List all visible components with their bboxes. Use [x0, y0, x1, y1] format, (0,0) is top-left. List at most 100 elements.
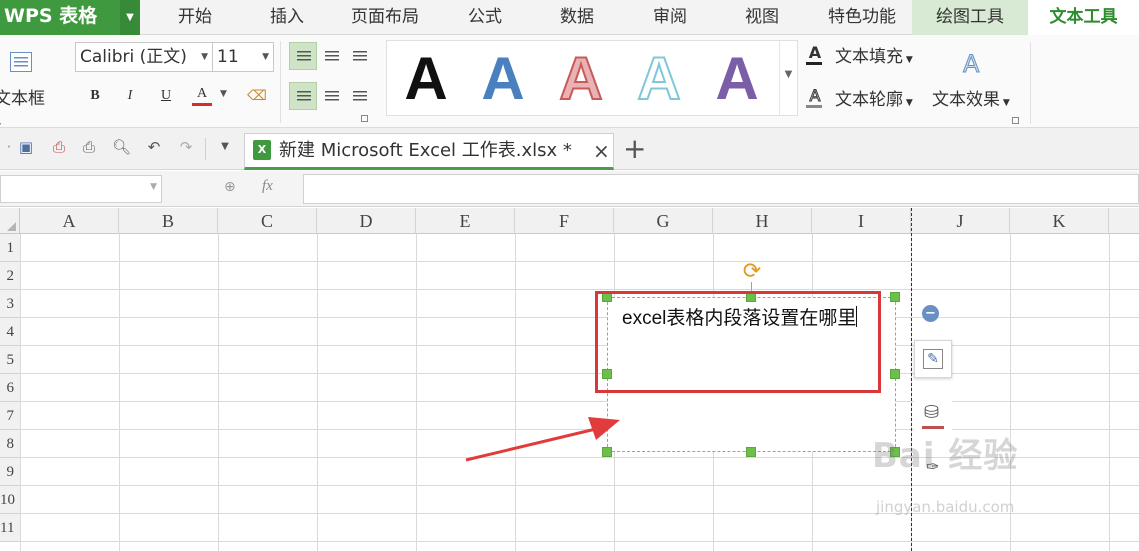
tab-insert[interactable]: 插入 [252, 0, 322, 35]
row-header-6[interactable]: 6 [0, 374, 20, 402]
paragraph-settings-icon[interactable] [361, 115, 368, 122]
fx-icon[interactable]: fx [262, 178, 273, 195]
underline-button[interactable]: U [153, 84, 179, 108]
textbox-label: 文本框 [0, 89, 45, 109]
tab-start[interactable]: 开始 [160, 0, 230, 35]
align-right-button[interactable] [345, 82, 373, 110]
font-size-value: 11 [217, 47, 239, 67]
chevron-down-icon: ▼ [201, 52, 208, 62]
column-header-h[interactable]: H [713, 208, 812, 234]
tab-formula[interactable]: 公式 [450, 0, 520, 35]
font-size-select[interactable]: 11 ▼ [212, 42, 274, 72]
column-header-a[interactable]: A [20, 208, 119, 234]
pencil-icon: ✎ [923, 349, 943, 369]
resize-handle-bottom[interactable] [746, 447, 756, 457]
tab-view[interactable]: 视图 [727, 0, 797, 35]
column-header-b[interactable]: B [119, 208, 218, 234]
column-header-g[interactable]: G [614, 208, 713, 234]
textbox-icon[interactable] [10, 52, 32, 72]
resize-handle-top-right[interactable] [890, 292, 900, 302]
text-effect-label: 文本效果 [932, 90, 1000, 110]
close-tab-icon[interactable]: × [593, 139, 610, 163]
column-header-k[interactable]: K [1010, 208, 1109, 234]
new-tab-icon[interactable]: + [623, 133, 646, 165]
wordart-style-2[interactable]: A [468, 47, 538, 111]
tab-drawing-tools[interactable]: 绘图工具 [912, 0, 1028, 35]
align-left-button[interactable] [289, 82, 317, 110]
font-name-value: Calibri (正文) [80, 47, 187, 67]
save-icon[interactable]: ▣ [17, 138, 35, 156]
column-header-f[interactable]: F [515, 208, 614, 234]
align-middle-button[interactable] [317, 42, 345, 70]
customize-toolbar-icon[interactable]: ▼ [216, 138, 234, 156]
align-bottom-button[interactable] [345, 42, 373, 70]
undo-icon[interactable]: ↶ [145, 138, 163, 156]
font-color-dropdown-icon[interactable]: ▼ [220, 89, 227, 99]
open-icon[interactable]: · [0, 138, 18, 156]
row-header-5[interactable]: 5 [0, 346, 20, 374]
text-outline-icon[interactable]: A [806, 86, 824, 109]
align-top-button[interactable] [289, 42, 317, 70]
row-header-11[interactable]: 11 [0, 514, 20, 542]
edit-shape-button[interactable]: ✎ [914, 340, 952, 378]
text-effect-icon[interactable]: A [962, 50, 979, 79]
row-header-7[interactable]: 7 [0, 402, 20, 430]
text-outline-button[interactable]: 文本轮廓 ▼ [835, 89, 930, 114]
font-color-button[interactable]: A [192, 82, 212, 106]
formula-bar: ▼ ⊕ fx [0, 171, 1139, 207]
gallery-more-icon[interactable]: ▼ [779, 41, 797, 115]
italic-button[interactable]: I [117, 84, 143, 108]
wps-menu-dropdown-icon[interactable]: ▼ [120, 0, 140, 35]
column-header-d[interactable]: D [317, 208, 416, 234]
align-center-button[interactable] [317, 82, 345, 110]
wps-logo[interactable]: WPS 表格 [0, 0, 120, 35]
tab-special-features[interactable]: 特色功能 [815, 0, 909, 35]
text-effect-button[interactable]: 文本效果 ▼ [932, 89, 1024, 114]
collapse-icon[interactable]: − [922, 305, 939, 322]
select-all-corner[interactable] [0, 208, 20, 234]
wordart-style-1[interactable]: A [391, 47, 461, 111]
column-header-c[interactable]: C [218, 208, 317, 234]
clear-format-icon[interactable]: ⌫ [244, 84, 270, 108]
row-header-4[interactable]: 4 [0, 318, 20, 346]
document-tab[interactable]: X 新建 Microsoft Excel 工作表.xlsx * × [244, 133, 614, 170]
row-header-2[interactable]: 2 [0, 262, 20, 290]
zoom-icon[interactable]: ⊕ [224, 179, 236, 195]
name-box[interactable]: ▼ [0, 175, 162, 203]
redo-icon[interactable]: ↷ [177, 138, 195, 156]
baidu-jingyan-watermark: Bai 经验 [872, 436, 1019, 476]
rotate-handle-icon[interactable]: ⟳ [741, 261, 763, 283]
text-outline-label: 文本轮廓 [835, 90, 903, 110]
row-header-10[interactable]: 10 [0, 486, 20, 514]
tab-data[interactable]: 数据 [542, 0, 612, 35]
bold-button[interactable]: B [82, 84, 108, 108]
wordart-gallery: A A A A A ▼ [386, 40, 798, 116]
row-header-8[interactable]: 8 [0, 430, 20, 458]
tab-page-layout[interactable]: 页面布局 [342, 0, 428, 35]
row-header-3[interactable]: 3 [0, 290, 20, 318]
export-pdf-icon[interactable]: ⎙ [50, 138, 68, 156]
column-header-j[interactable]: J [911, 208, 1010, 234]
tab-text-tools[interactable]: 文本工具 [1028, 0, 1139, 35]
menu-bar: WPS 表格 ▼ 开始 插入 页面布局 公式 数据 审阅 视图 特色功能 绘图工… [0, 0, 1139, 35]
excel-file-icon: X [253, 140, 271, 160]
font-name-select[interactable]: Calibri (正文) ▼ [75, 42, 213, 72]
tab-review[interactable]: 审阅 [635, 0, 705, 35]
text-settings-icon[interactable] [1012, 117, 1019, 124]
wordart-style-4[interactable]: A [624, 46, 694, 112]
column-header-i[interactable]: I [812, 208, 911, 234]
watermark-url: jingyan.baidu.com [876, 498, 1015, 516]
wordart-style-5[interactable]: A [702, 47, 772, 111]
text-fill-button[interactable]: 文本填充 ▼ [835, 46, 930, 71]
paint-bucket-icon: ⛁ [924, 402, 940, 423]
wordart-style-3[interactable]: A [546, 46, 616, 112]
chevron-down-icon: ▼ [262, 52, 269, 62]
resize-handle-right[interactable] [890, 369, 900, 379]
row-header-9[interactable]: 9 [0, 458, 20, 486]
print-preview-icon[interactable]: 🔍︎ [112, 138, 131, 156]
column-header-e[interactable]: E [416, 208, 515, 234]
print-icon[interactable]: ⎙ [80, 138, 98, 156]
formula-input[interactable] [303, 174, 1139, 204]
text-fill-icon[interactable]: A [806, 44, 824, 66]
row-header-1[interactable]: 1 [0, 234, 20, 262]
